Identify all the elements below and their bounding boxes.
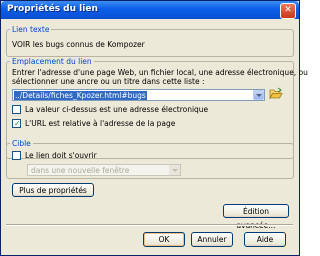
choose-file-button[interactable] (269, 87, 283, 100)
instructions-line1: Entrer l'adresse d'une page Web, un fich… (12, 68, 308, 77)
divider (6, 224, 293, 226)
email-checkbox-label[interactable]: La valeur ci-dessus est une adresse élec… (25, 105, 208, 114)
email-checkbox[interactable] (12, 105, 21, 114)
link-properties-dialog: Propriétés du lien ✕ Lien texte VOIR les… (0, 0, 308, 256)
url-input-value: ../Details/fiches_Kpozer.html#bugs (14, 91, 147, 100)
link-location-legend: Emplacement du lien (10, 57, 94, 66)
folder-icon (269, 87, 283, 100)
close-icon: ✕ (284, 5, 292, 15)
more-properties-button[interactable]: Plus de propriétés (12, 183, 94, 197)
relative-url-label[interactable]: L'URL est relative à l'adresse de la pag… (25, 119, 175, 128)
cancel-label: Annuler (197, 235, 227, 244)
relative-url-checkbox[interactable]: ✓ (12, 119, 21, 128)
checkmark-icon: ✓ (14, 119, 21, 128)
close-button[interactable]: ✕ (280, 3, 296, 19)
target-window-dropdown[interactable]: dans une nouvelle fenêtre (27, 164, 181, 176)
target-legend: Cible (10, 139, 33, 148)
open-in-label[interactable]: Le lien doit s'ouvrir (25, 151, 97, 160)
open-in-checkbox[interactable] (12, 151, 21, 160)
ok-button[interactable]: OK (143, 232, 185, 247)
target-window-value: dans une nouvelle fenêtre (31, 166, 130, 175)
title-bar[interactable]: Propriétés du lien ✕ (1, 1, 299, 19)
more-properties-label: Plus de propriétés (19, 186, 87, 195)
cancel-button[interactable]: Annuler (191, 232, 233, 247)
advanced-edit-button[interactable]: Édition avancée... (223, 204, 289, 230)
url-dropdown-button[interactable] (253, 90, 264, 100)
link-text-value: VOIR les bugs connus de Kompozer (12, 40, 145, 49)
help-label: Aide (256, 235, 274, 244)
instructions-line2: sélectionner une ancre ou un titre dans … (12, 77, 205, 86)
url-input[interactable]: ../Details/fiches_Kpozer.html#bugs (12, 89, 265, 101)
advanced-edit-label: Édition avancée... (236, 207, 276, 230)
ok-label: OK (158, 235, 170, 244)
dialog-title: Propriétés du lien (7, 4, 98, 14)
link-text-legend: Lien texte (10, 25, 52, 34)
help-button[interactable]: Aide (244, 232, 286, 247)
chevron-down-icon (169, 165, 180, 175)
